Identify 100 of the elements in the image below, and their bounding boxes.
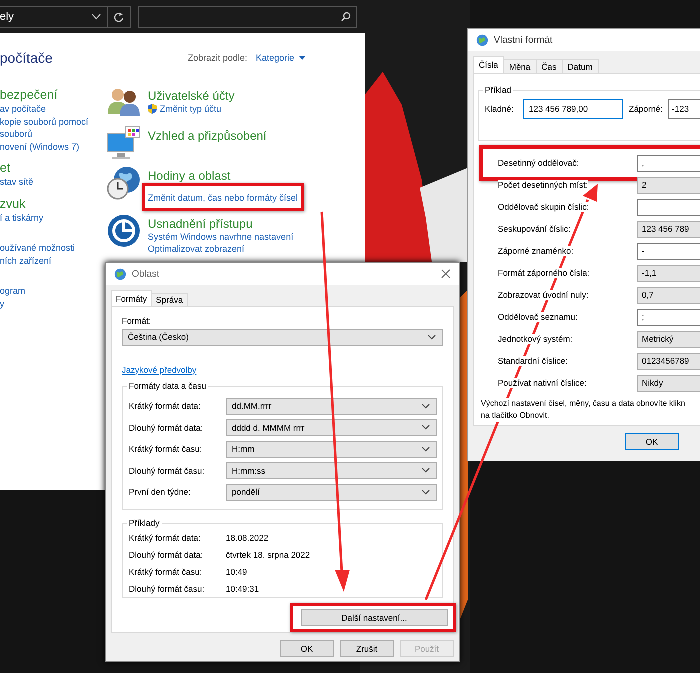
field-label: Zobrazovat úvodní nuly: (498, 290, 589, 300)
window-title: Oblast (132, 268, 160, 280)
address-bar[interactable]: ely (0, 6, 131, 28)
dropdown[interactable]: -1,1 (637, 264, 700, 282)
tab[interactable]: Čas (536, 59, 563, 73)
chevron-down-icon (422, 446, 430, 452)
field-label: Standardní číslice: (498, 356, 568, 366)
tab[interactable]: Formáty (111, 290, 152, 306)
group-title: Formáty data a času (127, 380, 208, 391)
field-label: Krátký formát data: (129, 401, 202, 412)
format-dropdown[interactable]: Čeština (Česko) (122, 329, 443, 346)
language-preferences-link[interactable]: Jazykové předvolby (122, 364, 197, 375)
globe-icon (476, 34, 489, 46)
field-label: Oddělovač seznamu: (498, 312, 578, 322)
format-dropdown[interactable]: pondělí (226, 484, 437, 501)
globe-clock-icon (107, 166, 141, 200)
field-label: První den týdne: (129, 487, 192, 498)
chevron-down-icon[interactable] (92, 14, 101, 20)
field-label: Formát záporného čísla: (498, 268, 590, 278)
category-link[interactable]: kopie souborů pomocí (0, 116, 107, 128)
input-field[interactable]: - (637, 242, 700, 260)
view-by-dropdown[interactable]: Kategorie (256, 53, 306, 63)
category-title[interactable]: Hodiny a oblast (148, 169, 365, 183)
category-link[interactable]: ogram (0, 285, 107, 298)
field-label: Krátký formát času: (129, 444, 204, 454)
category-link[interactable]: í a tiskárny (0, 212, 107, 224)
field-label: Používat nativní číslice: (498, 378, 587, 388)
example-value: 18.08.2022 (226, 532, 270, 542)
example-field: -123 (668, 99, 700, 119)
category-link[interactable]: oužívané možnosti (0, 242, 107, 254)
dropdown[interactable]: 123 456 789 (637, 220, 700, 238)
page-heading: počítače (0, 50, 54, 66)
field-label: Jednotkový systém: (498, 334, 573, 344)
globe-icon (114, 268, 127, 280)
category-link[interactable]: Změnit datum, čas nebo formáty čísel (148, 192, 298, 204)
format-dropdown[interactable]: dddd d. MMMM rrrr (226, 419, 437, 436)
dialog-button[interactable]: OK (280, 640, 334, 657)
tab[interactable]: Měna (503, 59, 537, 73)
category-link[interactable]: av počítače (0, 103, 107, 116)
field-label: Počet desetinných míst: (498, 180, 588, 190)
field-label: Formát: (122, 316, 152, 326)
field-label: Krátký formát času: (129, 566, 204, 576)
example-value: 10:49 (226, 566, 248, 576)
format-dropdown[interactable]: H:mm:ss (226, 462, 437, 480)
field-label: Dlouhý formát data: (129, 550, 204, 560)
group-title: Příklad (483, 85, 514, 95)
chevron-down-icon (422, 490, 430, 495)
category-title[interactable]: Usnadnění přístupu (148, 217, 365, 231)
category-link[interactable]: Změnit typ účtu (148, 103, 365, 115)
field-label: Desetinný oddělovač: (498, 158, 580, 168)
category-link[interactable]: novení (Windows 7) (0, 140, 107, 153)
view-by-label: Zobrazit podle: (188, 53, 249, 63)
field-label: Záporné znaménko: (498, 246, 574, 256)
shield-icon (148, 104, 157, 114)
category-link[interactable]: Systém Windows navrhne nastavení (148, 231, 365, 243)
dropdown[interactable]: Nikdy (637, 374, 700, 392)
info-text: Výchozí nastavení čísel, měny, času a data obnovíte klikn na tlačítko Obnovit. (481, 398, 686, 422)
example-field: 123 456 789,00 (523, 99, 623, 119)
users-icon (107, 86, 141, 116)
close-icon[interactable] (441, 269, 451, 279)
field-label: Kladné: (485, 104, 515, 114)
accessibility-icon (107, 214, 141, 248)
field-label: Dlouhý formát data: (129, 422, 204, 433)
tab[interactable]: Čísla (473, 56, 504, 73)
format-dropdown[interactable]: dd.MM.rrrr (226, 398, 437, 415)
dialog-button[interactable]: OK (625, 433, 679, 450)
dropdown[interactable]: 0,7 (637, 286, 700, 304)
tab[interactable]: Datum (562, 59, 599, 73)
category-link[interactable]: souborů (0, 128, 107, 140)
dropdown[interactable]: 0123456789 (637, 352, 700, 370)
chevron-down-icon (422, 404, 430, 409)
dialog-button[interactable]: Zrušit (340, 640, 394, 657)
category-link[interactable]: ních zařízení (0, 254, 107, 267)
refresh-icon[interactable] (114, 12, 124, 22)
search-field[interactable] (138, 6, 357, 28)
search-icon (341, 12, 351, 22)
category-title[interactable]: Uživatelské účty (148, 89, 365, 103)
dropdown[interactable]: 2 (637, 176, 700, 194)
dropdown[interactable]: Metrický (637, 330, 700, 348)
field-label: Oddělovač skupin číslic: (498, 202, 590, 212)
caret-down-icon (298, 56, 306, 60)
format-dropdown[interactable]: H:mm (226, 440, 437, 458)
tab[interactable]: Správa (151, 293, 188, 306)
field-label: Dlouhý formát času: (129, 584, 206, 594)
chevron-down-icon (422, 468, 430, 474)
example-value: 10:49:31 (226, 584, 260, 594)
category-title[interactable]: zvuk (0, 196, 107, 212)
example-value: čtvrtek 18. srpna 2022 (226, 550, 312, 560)
category-title[interactable]: bezpečení (0, 88, 107, 103)
category-title[interactable]: Vzhled a přizpůsobení (148, 129, 365, 143)
chevron-down-icon (428, 334, 436, 340)
category-link[interactable]: y (0, 298, 107, 310)
category-link[interactable]: Optimalizovat zobrazení (148, 243, 365, 255)
input-field[interactable]: ; (637, 308, 700, 326)
group-title: Příklady (127, 518, 162, 528)
input-field[interactable]: , (637, 154, 700, 172)
additional-settings-button[interactable]: Další nastavení... (301, 609, 448, 626)
category-title[interactable]: et (0, 161, 107, 176)
field-label: Dlouhý formát času: (129, 466, 206, 476)
category-link[interactable]: stav sítě (0, 176, 107, 188)
